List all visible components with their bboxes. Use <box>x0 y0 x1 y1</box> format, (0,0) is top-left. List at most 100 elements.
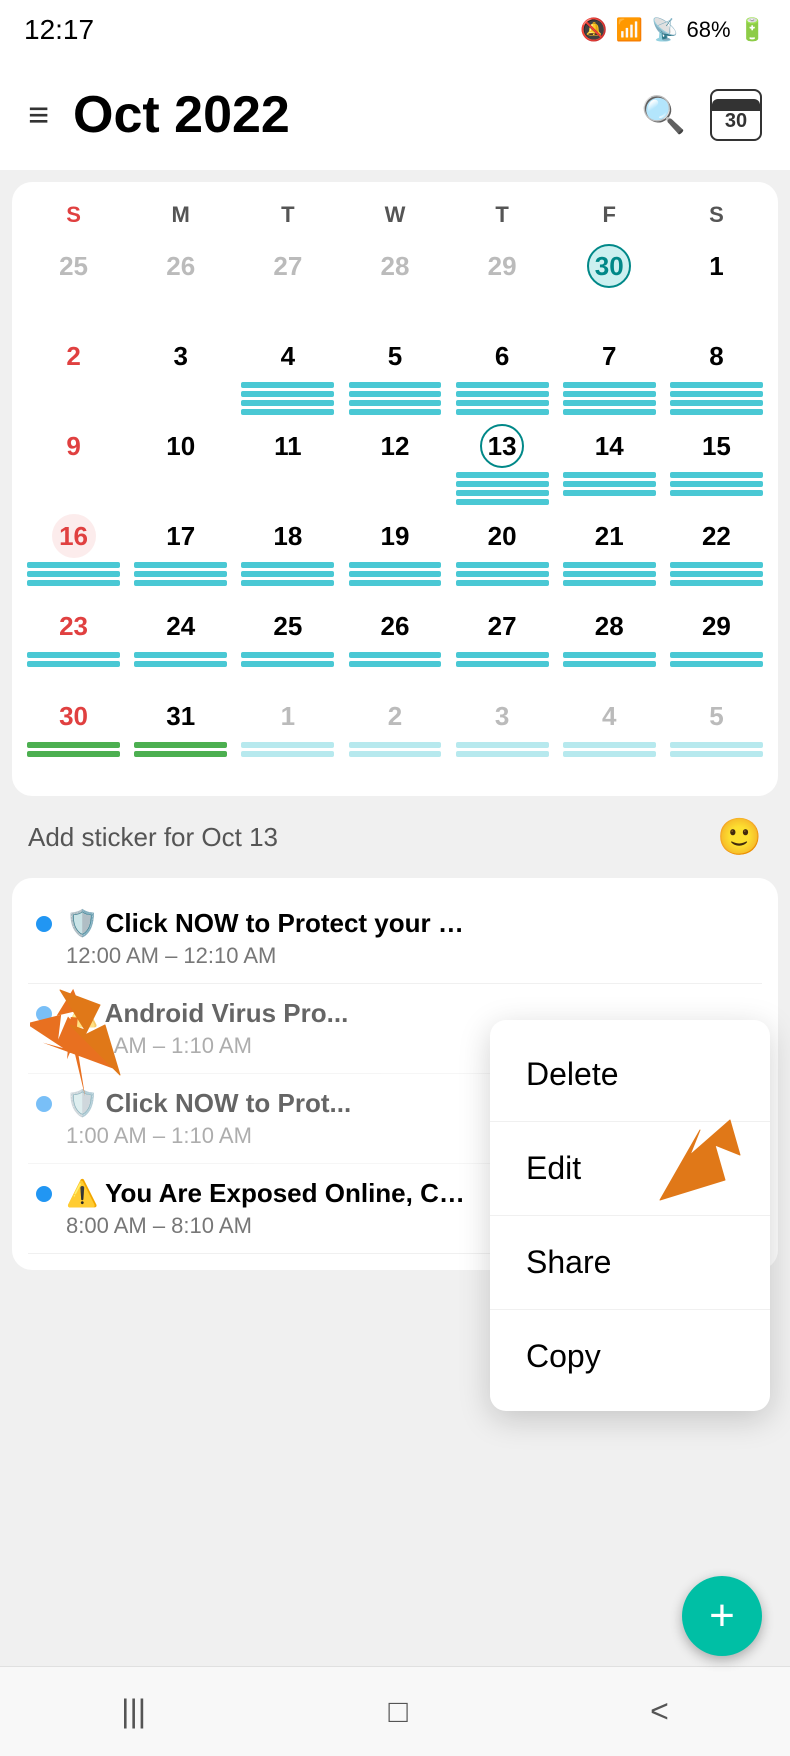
calendar-icon-button[interactable]: 30 <box>710 89 762 141</box>
cal-cell-26[interactable]: 26 <box>341 600 448 690</box>
cal-date: 3 <box>480 694 524 738</box>
nav-recent-apps[interactable]: ||| <box>121 1693 146 1730</box>
event-line <box>670 472 763 478</box>
cal-cell-14[interactable]: 14 <box>556 420 663 510</box>
event-line <box>456 751 549 757</box>
cal-cell-30-sep[interactable]: 30 <box>556 240 663 330</box>
event-lines <box>670 472 763 496</box>
cal-cell-25[interactable]: 25 <box>234 600 341 690</box>
sticker-icon[interactable]: 🙂 <box>717 816 762 858</box>
menu-button[interactable]: ≡ <box>28 94 49 136</box>
context-copy[interactable]: Copy <box>490 1310 770 1403</box>
cal-cell-31[interactable]: 31 <box>127 690 234 780</box>
cal-cell-5[interactable]: 5 <box>341 330 448 420</box>
event-line <box>349 742 442 748</box>
event-line <box>670 382 763 388</box>
cal-cell-22[interactable]: 22 <box>663 510 770 600</box>
cal-cell-10[interactable]: 10 <box>127 420 234 510</box>
nav-home[interactable]: □ <box>388 1693 407 1730</box>
cal-cell-27[interactable]: 27 <box>449 600 556 690</box>
cal-cell-23[interactable]: 23 <box>20 600 127 690</box>
cal-date: 26 <box>373 604 417 648</box>
event-lines <box>241 652 334 667</box>
event-line <box>27 562 120 568</box>
cal-cell-12[interactable]: 12 <box>341 420 448 510</box>
event-line <box>670 391 763 397</box>
day-header-sat: S <box>663 198 770 232</box>
event-lines <box>563 382 656 415</box>
cal-cell-3[interactable]: 3 <box>127 330 234 420</box>
cal-cell-3-nov[interactable]: 3 <box>449 690 556 780</box>
cal-cell-26-sep[interactable]: 26 <box>127 240 234 330</box>
cal-cell-28[interactable]: 28 <box>556 600 663 690</box>
event-lines <box>349 562 442 586</box>
event-line <box>349 661 442 667</box>
event-line <box>670 751 763 757</box>
event-lines <box>241 742 334 757</box>
event-line <box>670 580 763 586</box>
nav-back[interactable]: < <box>650 1693 669 1730</box>
cal-date: 9 <box>52 424 96 468</box>
sticker-label: Add sticker for Oct 13 <box>28 822 278 853</box>
event-lines <box>563 472 656 496</box>
cal-cell-21[interactable]: 21 <box>556 510 663 600</box>
cal-cell-1-nov[interactable]: 1 <box>234 690 341 780</box>
cal-date: 18 <box>266 514 310 558</box>
cal-cell-11[interactable]: 11 <box>234 420 341 510</box>
cal-cell-16[interactable]: 16 <box>20 510 127 600</box>
event-line <box>349 391 442 397</box>
cal-cell-4[interactable]: 4 <box>234 330 341 420</box>
cal-cell-25-sep[interactable]: 25 <box>20 240 127 330</box>
cal-cell-30[interactable]: 30 <box>20 690 127 780</box>
context-share[interactable]: Share <box>490 1216 770 1310</box>
cal-cell-20[interactable]: 20 <box>449 510 556 600</box>
event-line <box>456 652 549 658</box>
add-event-fab[interactable]: + <box>682 1576 762 1656</box>
event-line <box>241 742 334 748</box>
cal-cell-9[interactable]: 9 <box>20 420 127 510</box>
day-header-mon: M <box>127 198 234 232</box>
event-line <box>27 742 120 748</box>
cal-cell-8[interactable]: 8 <box>663 330 770 420</box>
event-line <box>241 751 334 757</box>
cal-cell-7[interactable]: 7 <box>556 330 663 420</box>
cal-cell-19[interactable]: 19 <box>341 510 448 600</box>
arrow-right-up-icon <box>640 1100 760 1220</box>
cal-date: 24 <box>159 604 203 648</box>
cal-cell-29-sep[interactable]: 29 <box>449 240 556 330</box>
cal-cell-2-nov[interactable]: 2 <box>341 690 448 780</box>
event-line <box>563 742 656 748</box>
event-title: ⚠️ You Are Exposed Online, Click... <box>66 1178 466 1209</box>
event-lines <box>563 652 656 667</box>
cal-date: 2 <box>52 334 96 378</box>
event-line <box>563 661 656 667</box>
cal-cell-13[interactable]: 13 <box>449 420 556 510</box>
cal-cell-17[interactable]: 17 <box>127 510 234 600</box>
event-lines <box>349 382 442 415</box>
search-button[interactable]: 🔍 <box>641 94 686 136</box>
cal-date: 30 <box>52 694 96 738</box>
cal-date: 23 <box>52 604 96 648</box>
cal-cell-4-nov[interactable]: 4 <box>556 690 663 780</box>
event-lines <box>134 652 227 667</box>
status-bar: 12:17 🔕 📶 📡 68% 🔋 <box>0 0 790 60</box>
cal-cell-18[interactable]: 18 <box>234 510 341 600</box>
cal-cell-15[interactable]: 15 <box>663 420 770 510</box>
cal-cell-1[interactable]: 1 <box>663 240 770 330</box>
wifi-icon: 📶 <box>616 17 643 43</box>
event-line <box>456 400 549 406</box>
day-header-sun: S <box>20 198 127 232</box>
cal-cell-2[interactable]: 2 <box>20 330 127 420</box>
event-line <box>349 652 442 658</box>
cal-cell-5-nov[interactable]: 5 <box>663 690 770 780</box>
event-line <box>241 562 334 568</box>
cal-cell-28-sep[interactable]: 28 <box>341 240 448 330</box>
event-dot <box>36 1186 52 1202</box>
cal-cell-6[interactable]: 6 <box>449 330 556 420</box>
cal-cell-29[interactable]: 29 <box>663 600 770 690</box>
event-warning-icon-2: ⚠️ <box>66 1178 105 1208</box>
event-item-1[interactable]: 🛡️ Click NOW to Protect your Pricele... … <box>28 894 762 984</box>
event-title: 🛡️ Click NOW to Protect your Pricele... <box>66 908 466 939</box>
cal-cell-27-sep[interactable]: 27 <box>234 240 341 330</box>
cal-cell-24[interactable]: 24 <box>127 600 234 690</box>
